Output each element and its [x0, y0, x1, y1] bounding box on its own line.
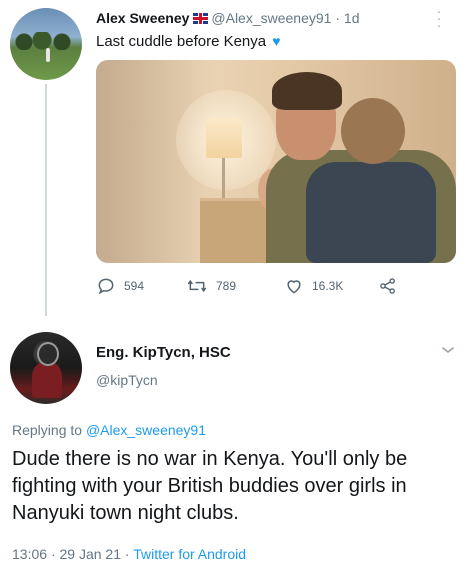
like-count: 16.3K [312, 279, 344, 293]
reply-meta: 13:06 · 29 Jan 21 · Twitter for Android [12, 546, 246, 562]
tweet-age[interactable]: 1d [344, 10, 360, 26]
tweet-photo[interactable] [96, 60, 456, 263]
thread-connector-line [45, 84, 47, 316]
lamp-shade [206, 118, 242, 158]
reply-icon [96, 276, 116, 296]
reply-tweet: Eng. KipTycn, HSC @kipTycn Replying to @… [0, 322, 466, 578]
reply-action[interactable]: 594 [96, 276, 144, 296]
author-name[interactable]: Alex Sweeney [96, 10, 189, 26]
share-action[interactable] [378, 276, 398, 296]
lamp-stem [222, 158, 225, 198]
author-avatar[interactable] [10, 8, 82, 80]
avatar-figure [46, 48, 50, 62]
retweet-count: 789 [216, 279, 237, 293]
like-icon [284, 276, 304, 296]
replying-to-label: Replying to [12, 422, 86, 438]
header-separator: · [335, 10, 341, 26]
original-tweet: Alex Sweeney @Alex_sweeney91 · 1d · · · Las… [0, 0, 466, 318]
tweet-header: Alex Sweeney @Alex_sweeney91 · 1d [96, 10, 359, 26]
more-options-icon[interactable]: · · · [436, 4, 442, 32]
replying-to-mention[interactable]: @Alex_sweeney91 [86, 422, 206, 438]
boy-body [306, 162, 436, 263]
reply-time[interactable]: 13:06 [12, 546, 47, 562]
reply-date[interactable]: 29 Jan 21 [60, 546, 122, 562]
meta-separator-2: · [124, 546, 130, 562]
like-action[interactable]: 16.3K [284, 276, 343, 296]
tweet-actions: 594 789 16.3K [96, 276, 456, 300]
tweet-text-body: Last cuddle before Kenya [96, 33, 267, 50]
retweet-icon [186, 276, 208, 296]
meta-separator: · [50, 546, 56, 562]
reply-text: Dude there is no war in Kenya. You'll on… [12, 448, 408, 524]
blue-heart-icon: ♥ [272, 33, 281, 49]
soldier-hair [272, 72, 342, 110]
share-icon [378, 276, 398, 296]
avatar-figure-head [37, 342, 59, 366]
chevron-down-icon[interactable] [440, 342, 456, 363]
reply-author-avatar[interactable] [10, 332, 82, 404]
uk-flag-icon [193, 13, 209, 24]
replying-to-line: Replying to @Alex_sweeney91 [12, 422, 206, 438]
reply-client[interactable]: Twitter for Android [133, 546, 246, 562]
reply-count: 594 [124, 279, 145, 293]
boy-head [341, 98, 405, 164]
retweet-action[interactable]: 789 [186, 276, 236, 296]
tweet-text: Last cuddle before Kenya ♥ [96, 33, 281, 50]
author-handle[interactable]: @Alex_sweeney91 [211, 10, 331, 26]
avatar-figure-body [32, 362, 62, 398]
reply-author-handle[interactable]: @kipTycn [96, 372, 158, 388]
bedside-table [200, 198, 266, 263]
reply-author-name[interactable]: Eng. KipTycn, HSC [96, 344, 231, 361]
